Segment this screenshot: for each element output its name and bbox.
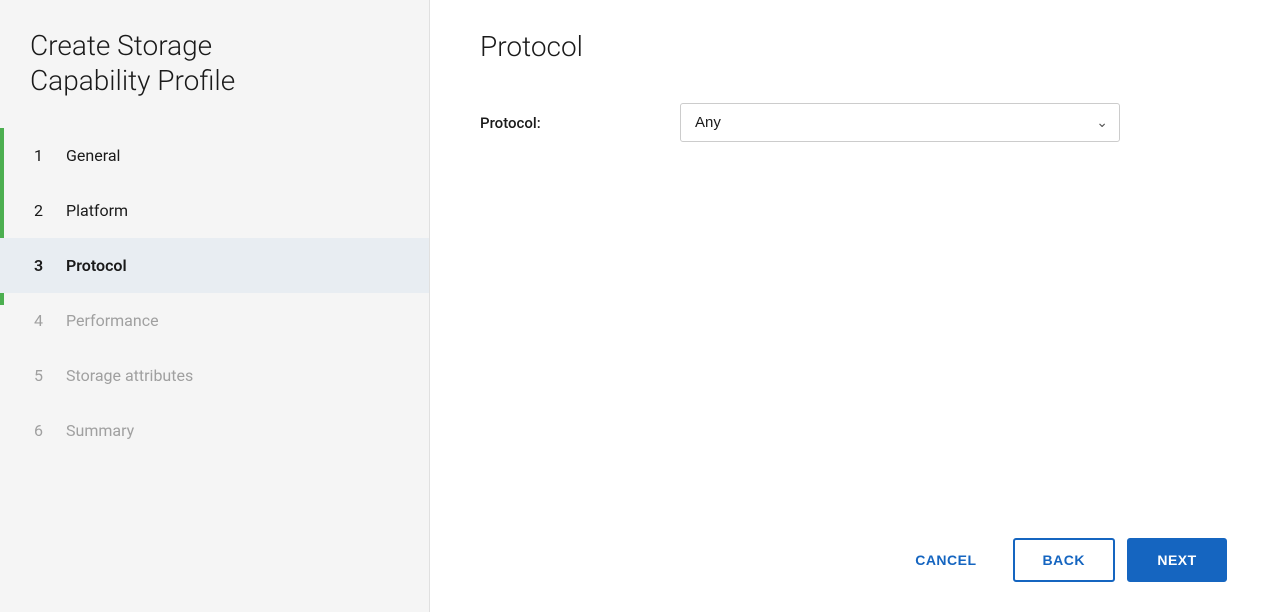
sidebar-item-protocol[interactable]: 3 Protocol xyxy=(0,238,429,293)
form-section: Protocol: Any FC iSCSI NFS VMFS ⌄ xyxy=(480,103,1227,518)
step-number-6: 6 xyxy=(34,421,54,440)
step-label-storage-attributes: Storage attributes xyxy=(66,366,193,385)
sidebar-item-platform[interactable]: 2 Platform xyxy=(0,183,429,238)
step-label-performance: Performance xyxy=(66,311,159,330)
footer-buttons: CANCEL BACK NEXT xyxy=(480,518,1227,582)
protocol-select-wrapper: Any FC iSCSI NFS VMFS ⌄ xyxy=(680,103,1120,142)
step-number-5: 5 xyxy=(34,366,54,385)
step-label-platform: Platform xyxy=(66,201,128,220)
sidebar-title: Create Storage Capability Profile xyxy=(0,0,429,128)
protocol-label: Protocol: xyxy=(480,114,680,132)
page-title: Protocol xyxy=(480,30,1227,63)
protocol-row: Protocol: Any FC iSCSI NFS VMFS ⌄ xyxy=(480,103,1227,142)
sidebar-nav: 1 General 2 Platform 3 Protocol 4 Perfor… xyxy=(0,128,429,458)
step-label-general: General xyxy=(66,146,120,165)
sidebar-item-summary[interactable]: 6 Summary xyxy=(0,403,429,458)
step-number-1: 1 xyxy=(34,146,54,165)
sidebar-item-storage-attributes[interactable]: 5 Storage attributes xyxy=(0,348,429,403)
back-button[interactable]: BACK xyxy=(1013,538,1115,582)
sidebar-item-performance[interactable]: 4 Performance xyxy=(0,293,429,348)
next-button[interactable]: NEXT xyxy=(1127,538,1227,582)
cancel-button[interactable]: CANCEL xyxy=(891,538,1000,582)
step-number-3: 3 xyxy=(34,256,54,275)
step-label-protocol: Protocol xyxy=(66,256,127,275)
protocol-select[interactable]: Any FC iSCSI NFS VMFS xyxy=(680,103,1120,142)
main-content: Protocol Protocol: Any FC iSCSI NFS VMFS… xyxy=(430,0,1277,612)
step-number-4: 4 xyxy=(34,311,54,330)
step-label-summary: Summary xyxy=(66,421,134,440)
sidebar: Create Storage Capability Profile 1 Gene… xyxy=(0,0,430,612)
sidebar-item-general[interactable]: 1 General xyxy=(0,128,429,183)
step-number-2: 2 xyxy=(34,201,54,220)
